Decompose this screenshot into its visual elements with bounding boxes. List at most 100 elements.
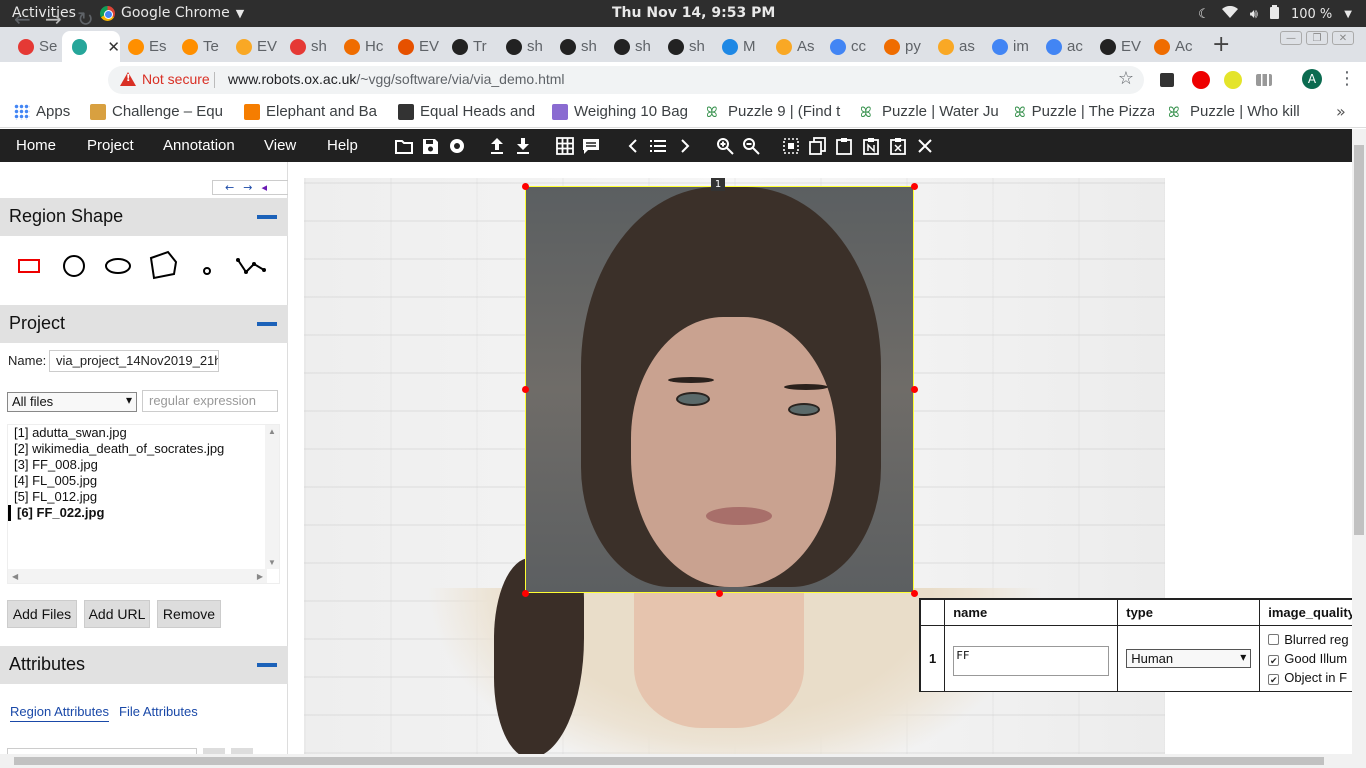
browser-tab[interactable]: M bbox=[712, 31, 766, 62]
list-icon[interactable] bbox=[649, 137, 667, 155]
region-handle-ml[interactable] bbox=[522, 386, 529, 393]
region-shape-header[interactable]: Region Shape bbox=[0, 198, 288, 236]
file-list-item[interactable]: [2] wikimedia_death_of_socrates.jpg bbox=[14, 441, 224, 457]
bookmark-item[interactable]: Weighing 10 Bag bbox=[552, 103, 692, 120]
extension-chart-icon[interactable] bbox=[1256, 74, 1272, 86]
copy-icon[interactable] bbox=[809, 137, 827, 155]
bookmark-item[interactable]: Elephant and Ba bbox=[244, 103, 384, 120]
horizontal-scroll-thumb[interactable] bbox=[14, 757, 1324, 765]
page-horizontal-scrollbar[interactable] bbox=[0, 754, 1366, 768]
browser-tab[interactable]: Hc bbox=[334, 31, 388, 62]
project-name-input[interactable]: via_project_14Nov2019_21h bbox=[49, 350, 219, 372]
zoom-out-icon[interactable] bbox=[742, 137, 760, 155]
select-all-icon[interactable] bbox=[782, 137, 800, 155]
image-quality-option[interactable]: ✔ Good Illum bbox=[1268, 651, 1352, 670]
checkbox[interactable]: ✔ bbox=[1268, 674, 1280, 685]
browser-tab[interactable]: sh bbox=[496, 31, 550, 62]
panel-left-arrow-icon[interactable]: ← bbox=[225, 181, 234, 194]
checkbox[interactable] bbox=[1268, 634, 1280, 645]
type-select[interactable]: Human ▾ bbox=[1126, 649, 1252, 668]
browser-tab[interactable]: Tr bbox=[442, 31, 496, 62]
bookmark-item[interactable]: ꕤ Puzzle | Who kill bbox=[1168, 103, 1308, 120]
comment-icon[interactable] bbox=[582, 137, 600, 155]
point-shape-icon[interactable] bbox=[202, 261, 212, 280]
checkbox[interactable]: ✔ bbox=[1268, 655, 1280, 666]
browser-tab[interactable]: EV bbox=[1090, 31, 1144, 62]
panel-hide-icon[interactable]: ◂ bbox=[261, 181, 267, 194]
rectangle-shape-icon[interactable] bbox=[18, 258, 40, 277]
extension-grid-icon[interactable] bbox=[1160, 73, 1174, 87]
region-handle-bl[interactable] bbox=[522, 590, 529, 597]
browser-tab[interactable]: ac bbox=[1036, 31, 1090, 62]
circle-shape-icon[interactable] bbox=[62, 254, 86, 282]
reload-icon[interactable]: ↻ bbox=[77, 7, 94, 31]
via-menu-annotation[interactable]: Annotation bbox=[163, 137, 235, 154]
collapse-icon[interactable] bbox=[257, 663, 277, 667]
bookmark-item[interactable]: ꕤ Puzzle 9 | (Find t bbox=[706, 103, 846, 120]
bookmark-item[interactable]: Challenge – Equ bbox=[90, 103, 230, 120]
browser-tab[interactable]: sh bbox=[658, 31, 712, 62]
zoom-in-icon[interactable] bbox=[716, 137, 734, 155]
profile-avatar[interactable]: A bbox=[1302, 69, 1322, 89]
regex-filter-input[interactable]: regular expression bbox=[142, 390, 278, 412]
annotation-region[interactable] bbox=[525, 186, 914, 593]
upload-icon[interactable] bbox=[488, 137, 506, 155]
bookmark-star-icon[interactable]: ☆ bbox=[1118, 68, 1134, 89]
minimize-icon[interactable]: — bbox=[1280, 31, 1302, 45]
browser-tab[interactable]: As bbox=[766, 31, 820, 62]
file-list-item[interactable]: [5] FL_012.jpg bbox=[14, 489, 97, 505]
file-list-item[interactable]: [6] FF_022.jpg bbox=[8, 505, 104, 521]
vertical-scroll-thumb[interactable] bbox=[1354, 145, 1364, 535]
paste-icon[interactable] bbox=[835, 137, 853, 155]
image-quality-option[interactable]: Blurred reg bbox=[1268, 632, 1352, 651]
browser-tab[interactable]: py bbox=[874, 31, 928, 62]
forward-arrow-icon[interactable]: → bbox=[45, 7, 62, 31]
via-menu-help[interactable]: Help bbox=[327, 137, 358, 154]
browser-tab[interactable]: sh bbox=[604, 31, 658, 62]
file-list-item[interactable]: [4] FL_005.jpg bbox=[14, 473, 97, 489]
project-header[interactable]: Project bbox=[0, 305, 288, 343]
region-handle-tr[interactable] bbox=[911, 183, 918, 190]
browser-tab[interactable]: as bbox=[928, 31, 982, 62]
region-handle-tl[interactable] bbox=[522, 183, 529, 190]
settings-icon[interactable] bbox=[448, 137, 466, 155]
via-menu-view[interactable]: View bbox=[264, 137, 296, 154]
collapse-icon[interactable] bbox=[257, 215, 277, 219]
back-arrow-icon[interactable]: ← bbox=[14, 7, 31, 31]
browser-tab[interactable]: Es bbox=[118, 31, 172, 62]
url-text[interactable]: www.robots.ox.ac.uk/~vgg/software/via/vi… bbox=[228, 71, 565, 87]
delete-region-icon[interactable] bbox=[889, 137, 907, 155]
via-menu-project[interactable]: Project bbox=[87, 137, 134, 154]
save-icon[interactable] bbox=[421, 137, 439, 155]
new-tab-plus-icon[interactable]: + bbox=[1212, 32, 1230, 57]
file-list-item[interactable]: [3] FF_008.jpg bbox=[14, 457, 98, 473]
browser-tab[interactable]: EV bbox=[226, 31, 280, 62]
browser-tab[interactable]: Te bbox=[172, 31, 226, 62]
polygon-shape-icon[interactable] bbox=[148, 250, 178, 284]
bookmarks-overflow-icon[interactable]: » bbox=[1336, 102, 1346, 121]
name-textarea[interactable]: FF bbox=[953, 645, 1110, 676]
via-menu-home[interactable]: Home bbox=[16, 137, 56, 154]
security-status[interactable]: Not secure bbox=[142, 71, 210, 87]
add-files-button[interactable]: Add Files bbox=[7, 600, 77, 628]
browser-tab[interactable]: cc bbox=[820, 31, 874, 62]
remove-button[interactable]: Remove bbox=[157, 600, 221, 628]
app-menu[interactable]: Google Chrome ▼ bbox=[100, 5, 244, 21]
prev-icon[interactable] bbox=[624, 137, 642, 155]
file-list-item[interactable]: [1] adutta_swan.jpg bbox=[14, 425, 127, 441]
close-window-icon[interactable]: ✕ bbox=[1332, 31, 1354, 45]
region-handle-bm[interactable] bbox=[716, 590, 723, 597]
close-icon[interactable] bbox=[916, 137, 934, 155]
region-handle-mr[interactable] bbox=[911, 386, 918, 393]
download-icon[interactable] bbox=[514, 137, 532, 155]
paste-n-icon[interactable] bbox=[862, 137, 880, 155]
panel-right-arrow-icon[interactable]: → bbox=[243, 181, 252, 194]
open-folder-icon[interactable] bbox=[395, 137, 413, 155]
tab-region-attributes[interactable]: Region Attributes bbox=[10, 704, 110, 722]
bookmark-item[interactable]: ꕤ Puzzle | Water Ju bbox=[860, 103, 1000, 120]
tab-file-attributes[interactable]: File Attributes bbox=[119, 704, 198, 719]
bookmark-item[interactable]: ꕤ Puzzle | The Pizza bbox=[1014, 103, 1154, 120]
browser-tab[interactable]: sh bbox=[280, 31, 334, 62]
bookmark-item[interactable]: Apps bbox=[14, 103, 84, 120]
extension-red-icon[interactable] bbox=[1192, 71, 1210, 89]
